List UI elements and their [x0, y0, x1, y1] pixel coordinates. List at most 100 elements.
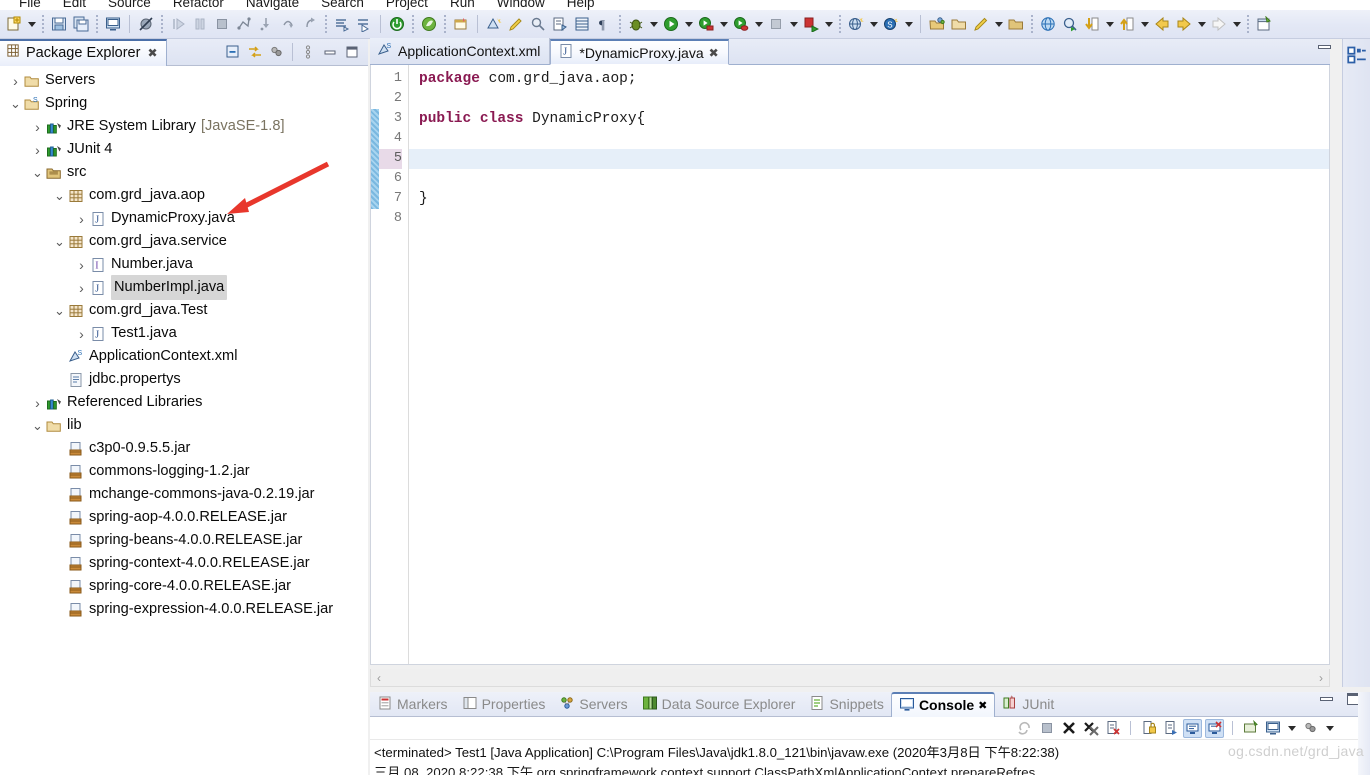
run-coverage-icon[interactable]	[695, 13, 717, 35]
display-selected-console-icon[interactable]	[1241, 719, 1260, 738]
tree-item[interactable]: spring-expression-4.0.0.RELEASE.jar	[0, 598, 368, 621]
back-icon[interactable]	[1151, 13, 1173, 35]
terminate-icon[interactable]	[1037, 719, 1056, 738]
tree-item[interactable]: jdbc.propertys	[0, 368, 368, 391]
new-web-project-icon[interactable]	[845, 13, 867, 35]
new-java-file-icon[interactable]	[549, 13, 571, 35]
tree-item[interactable]: commons-logging-1.2.jar	[0, 460, 368, 483]
bottom-tab[interactable]: Servers	[552, 692, 634, 717]
chevron-right-icon[interactable]: ›	[74, 207, 89, 230]
tree-item[interactable]: › JRE System Library [JavaSE-1.8]	[0, 115, 368, 138]
tree-item[interactable]: spring-beans-4.0.0.RELEASE.jar	[0, 529, 368, 552]
tree-item[interactable]: › Servers	[0, 69, 368, 92]
bottom-tab[interactable]: Snippets	[802, 692, 890, 717]
console-output[interactable]: <terminated> Test1 [Java Application] C:…	[370, 740, 1370, 775]
tree-item[interactable]: S ApplicationContext.xml	[0, 345, 368, 368]
chevron-down-icon[interactable]: ⌄	[52, 184, 67, 207]
build-all-icon[interactable]	[331, 13, 353, 35]
dropdown-arrow-icon[interactable]	[902, 13, 915, 35]
tree-item[interactable]: mchange-commons-java-0.2.19.jar	[0, 483, 368, 506]
collapse-all-icon[interactable]	[223, 42, 243, 62]
tree-item[interactable]: ⌄ src	[0, 161, 368, 184]
chevron-down-icon[interactable]: ⌄	[30, 414, 45, 437]
code-line[interactable]: package com.grd_java.aop;	[409, 69, 1329, 89]
prev-annotation-icon[interactable]	[1116, 13, 1138, 35]
tab-package-explorer[interactable]: Package Explorer ✖	[0, 38, 167, 66]
table-icon[interactable]	[571, 13, 593, 35]
chevron-right-icon[interactable]: ›	[74, 322, 89, 345]
debug-bug-icon[interactable]	[625, 13, 647, 35]
resume-icon[interactable]	[167, 13, 189, 35]
new-editor-icon[interactable]	[1253, 13, 1275, 35]
open-perspective-icon[interactable]	[926, 13, 948, 35]
step-into-icon[interactable]	[255, 13, 277, 35]
code-line[interactable]: }	[409, 189, 1329, 209]
new-bean-config-icon[interactable]	[450, 13, 472, 35]
maximize-icon[interactable]	[342, 42, 362, 62]
chevron-right-icon[interactable]: ›	[30, 138, 45, 161]
dropdown-arrow-icon[interactable]	[647, 13, 660, 35]
outline-view-icon[interactable]	[1346, 45, 1367, 65]
suspend-icon[interactable]	[189, 13, 211, 35]
bottom-tab[interactable]: Data Source Explorer	[635, 692, 803, 717]
scroll-right-icon[interactable]: ›	[1319, 671, 1323, 685]
word-wrap-icon[interactable]	[1161, 719, 1180, 738]
next-annotation-icon[interactable]	[1081, 13, 1103, 35]
search-small-icon[interactable]	[527, 13, 549, 35]
dropdown-arrow-icon[interactable]	[822, 13, 835, 35]
build-project-icon[interactable]	[353, 13, 375, 35]
close-icon[interactable]: ✖	[978, 699, 987, 712]
minimize-icon[interactable]	[320, 42, 340, 62]
tree-item[interactable]: ⌄ com.grd_java.aop	[0, 184, 368, 207]
dropdown-arrow-icon[interactable]	[25, 13, 38, 35]
code-line[interactable]	[409, 209, 1329, 229]
chevron-right-icon[interactable]: ›	[30, 391, 45, 414]
chevron-down-icon[interactable]: ⌄	[30, 161, 45, 184]
dropdown-arrow-icon[interactable]	[867, 13, 880, 35]
link-with-editor-icon[interactable]	[245, 42, 265, 62]
remove-all-launches-icon[interactable]	[1081, 719, 1100, 738]
chevron-right-icon[interactable]: ›	[74, 276, 89, 299]
bottom-tab[interactable]: * JUnit	[995, 692, 1061, 717]
bottom-tab[interactable]: Markers	[370, 692, 455, 717]
chevron-right-icon[interactable]: ›	[8, 69, 23, 92]
tree-item[interactable]: › JUnit 4	[0, 138, 368, 161]
vertical-dots-icon[interactable]	[298, 42, 318, 62]
project-tree[interactable]: › Servers ⌄ S Spring › JRE System Library [Java…	[0, 66, 368, 775]
dropdown-arrow-icon[interactable]	[1285, 717, 1298, 739]
editor-tab[interactable]: S ApplicationContext.xml	[370, 38, 551, 64]
tree-item[interactable]: ⌄ S Spring	[0, 92, 368, 115]
tree-item[interactable]: › J NumberImpl.java	[0, 275, 368, 300]
dropdown-arrow-icon[interactable]	[1323, 717, 1336, 739]
chevron-right-icon[interactable]: ›	[74, 253, 89, 276]
forward-disabled-icon[interactable]	[1208, 13, 1230, 35]
search-type-icon[interactable]	[1059, 13, 1081, 35]
editor-tab[interactable]: J *DynamicProxy.java ✖	[550, 39, 729, 65]
view-menu-icon[interactable]	[267, 42, 287, 62]
scroll-left-icon[interactable]: ‹	[377, 671, 381, 685]
tree-item[interactable]: › I Number.java	[0, 253, 368, 276]
run-server-icon[interactable]	[800, 13, 822, 35]
remove-launch-icon[interactable]	[1059, 719, 1078, 738]
dropdown-arrow-icon[interactable]	[752, 13, 765, 35]
show-console-on-output-icon[interactable]	[1205, 718, 1224, 738]
dropdown-arrow-icon[interactable]	[787, 13, 800, 35]
highlight-pen-icon[interactable]	[505, 13, 527, 35]
dropdown-arrow-icon[interactable]	[1138, 13, 1151, 35]
annotation-icon[interactable]	[483, 13, 505, 35]
disconnect-icon[interactable]	[233, 13, 255, 35]
tree-item[interactable]: ⌄ com.grd_java.Test	[0, 299, 368, 322]
scroll-lock-icon[interactable]	[1139, 719, 1158, 738]
pin-console-icon[interactable]	[1183, 718, 1202, 738]
tree-item[interactable]: › J DynamicProxy.java	[0, 207, 368, 230]
globe-icon[interactable]	[1037, 13, 1059, 35]
code-editor[interactable]: 1 2 3 4 5 6 7 8 package com.grd_java.aop; public…	[370, 65, 1330, 665]
stop-icon[interactable]	[765, 13, 787, 35]
tree-item[interactable]: › J Test1.java	[0, 322, 368, 345]
tree-item[interactable]: c3p0-0.9.5.5.jar	[0, 437, 368, 460]
step-return-icon[interactable]	[299, 13, 321, 35]
step-over-icon[interactable]	[277, 13, 299, 35]
code-line[interactable]	[409, 89, 1329, 109]
open-folder-icon[interactable]	[948, 13, 970, 35]
bottom-tab[interactable]: Properties	[455, 692, 553, 717]
